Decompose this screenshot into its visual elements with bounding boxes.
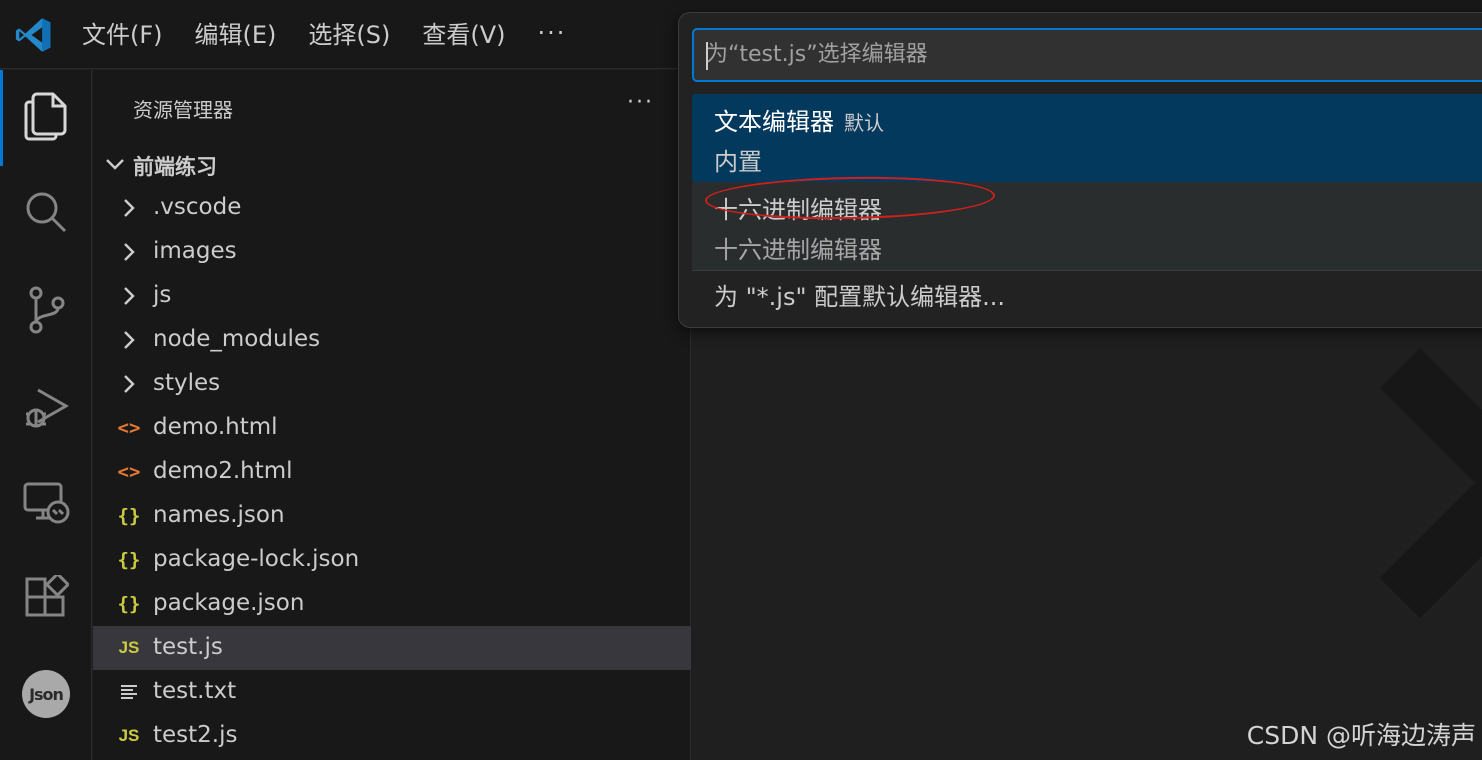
sidebar-more-button[interactable]: ···: [627, 90, 654, 115]
source-control-icon: [29, 286, 65, 334]
tree-item-label: test.txt: [153, 678, 237, 704]
chevron-right-icon: [115, 238, 143, 266]
chevron-right-icon: [115, 326, 143, 354]
sidebar-title: 资源管理器: [133, 98, 233, 122]
json-extension-button[interactable]: Json: [0, 648, 92, 740]
tree-item-label: demo2.html: [153, 458, 293, 484]
remote-explorer-icon: [23, 482, 70, 524]
tree-item-label: js: [153, 282, 172, 308]
js-file-icon: JS: [118, 638, 140, 657]
tree-item-package-lock-json[interactable]: {} package-lock.json: [93, 538, 691, 582]
search-button[interactable]: [0, 166, 92, 258]
tree-item-test-js[interactable]: JS test.js: [93, 626, 691, 670]
source-control-button[interactable]: [0, 264, 92, 356]
menu-edit[interactable]: 编辑(E): [195, 18, 293, 52]
tree-item-label: names.json: [153, 502, 285, 528]
option-detail: 内置: [714, 148, 762, 176]
editor-quick-pick: 为“test.js”选择编辑器 文本编辑器 默认 内置 十六进制编辑器 十六进制编…: [678, 12, 1482, 328]
extensions-icon: [25, 575, 69, 617]
tree-item-label: package.json: [153, 590, 305, 616]
explorer-button[interactable]: [0, 70, 92, 166]
tree-item-demo2-html[interactable]: <> demo2.html: [93, 450, 691, 494]
separator: [692, 270, 1482, 271]
vscode-watermark-icon: [1380, 348, 1482, 618]
tree-item-node-modules[interactable]: node_modules: [93, 318, 691, 362]
tree-item-demo-html[interactable]: <> demo.html: [93, 406, 691, 450]
json-extension-icon: Json: [22, 670, 70, 718]
tree-item-label: demo.html: [153, 414, 278, 440]
json-file-icon: {}: [117, 505, 141, 527]
json-file-icon: {}: [117, 549, 141, 571]
workspace-folder-label: 前端练习: [133, 155, 217, 179]
search-icon: [26, 192, 67, 233]
explorer-icon: [24, 92, 67, 141]
menu-more-button[interactable]: ···: [538, 18, 567, 52]
explorer-sidebar: 资源管理器 ··· 前端练习 .vscode images js node_mo…: [93, 70, 691, 760]
option-detail: 十六进制编辑器: [714, 236, 882, 264]
html-file-icon: <>: [117, 417, 141, 439]
option-title: 文本编辑器 默认: [714, 102, 884, 137]
quick-pick-input[interactable]: 为“test.js”选择编辑器: [692, 28, 1482, 82]
tree-item-js[interactable]: js: [93, 274, 691, 318]
run-debug-button[interactable]: [0, 362, 92, 454]
tree-item-test-txt[interactable]: test.txt: [93, 670, 691, 714]
html-file-icon: <>: [117, 461, 141, 483]
tree-item-label: package-lock.json: [153, 546, 360, 572]
tree-item-label: test.js: [153, 634, 223, 660]
chevron-right-icon: [115, 282, 143, 310]
tree-item-names-json[interactable]: {} names.json: [93, 494, 691, 538]
option-text-editor[interactable]: 文本编辑器 默认 内置: [692, 94, 1482, 182]
run-debug-icon: [26, 388, 70, 428]
text-file-icon: [115, 678, 143, 706]
tree-item-label: .vscode: [153, 194, 242, 220]
option-description: 默认: [844, 111, 884, 135]
chevron-down-icon: [106, 159, 124, 170]
tree-item-vscode[interactable]: .vscode: [93, 186, 691, 230]
vscode-logo-icon[interactable]: [14, 16, 52, 54]
tree-item-test2-js[interactable]: JS test2.js: [93, 714, 691, 758]
menu-bar: 文件(F) 编辑(E) 选择(S) 查看(V) ···: [82, 18, 566, 52]
menu-file[interactable]: 文件(F): [82, 18, 179, 52]
chevron-right-icon: [115, 194, 143, 222]
menu-selection[interactable]: 选择(S): [308, 18, 406, 52]
workspace-folder[interactable]: 前端练习: [93, 142, 691, 186]
json-file-icon: {}: [117, 593, 141, 615]
file-tree: .vscode images js node_modules styles <>…: [93, 186, 691, 758]
chevron-right-icon: [115, 370, 143, 398]
menu-view[interactable]: 查看(V): [422, 18, 521, 52]
tree-item-label: styles: [153, 370, 221, 396]
option-title-text: 文本编辑器: [714, 108, 834, 136]
extensions-button[interactable]: [0, 552, 92, 644]
activity-bar: Json: [0, 70, 92, 760]
tree-item-package-json[interactable]: {} package.json: [93, 582, 691, 626]
tree-item-label: images: [153, 238, 237, 264]
tree-item-label: test2.js: [153, 722, 238, 748]
csdn-watermark: CSDN @听海边涛声: [1246, 721, 1476, 750]
configure-default-editor[interactable]: 为 "*.js" 配置默认编辑器...: [714, 277, 1005, 312]
remote-explorer-button[interactable]: [0, 456, 92, 548]
js-file-icon: JS: [118, 726, 140, 745]
tree-item-styles[interactable]: styles: [93, 362, 691, 406]
tree-item-images[interactable]: images: [93, 230, 691, 274]
tree-item-label: node_modules: [153, 326, 321, 352]
